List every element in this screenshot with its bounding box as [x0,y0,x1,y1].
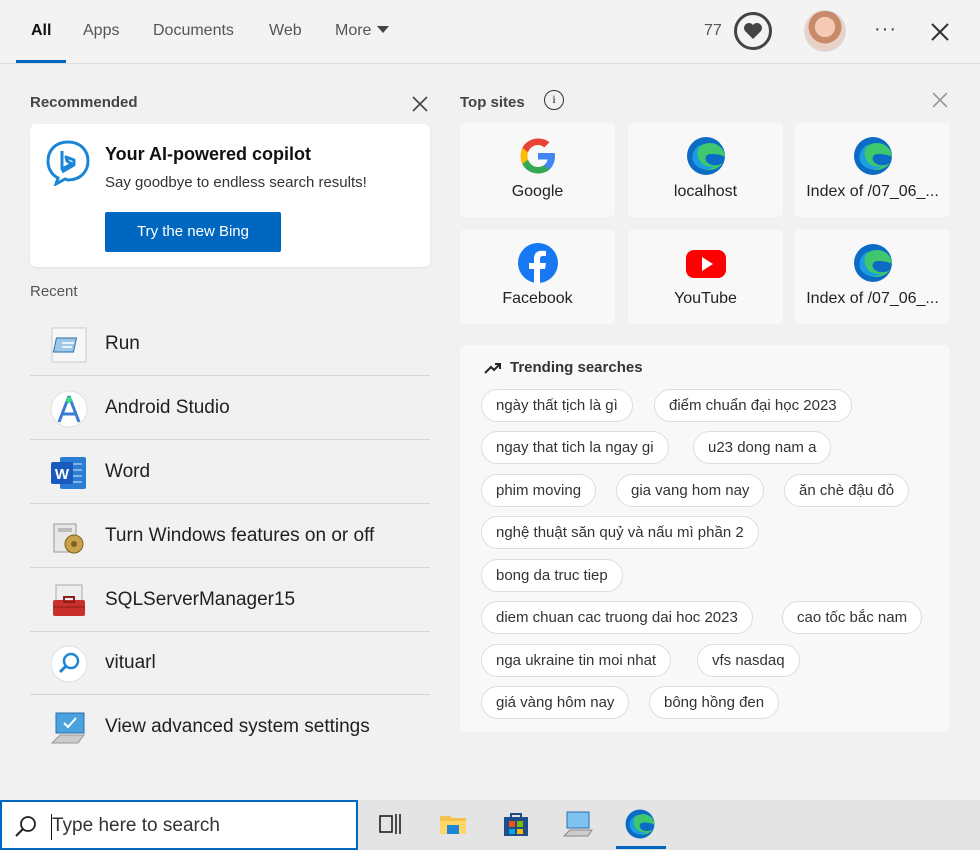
store-icon[interactable] [500,808,532,840]
top-site-label: Index of /07_06_... [806,183,939,200]
close-icon[interactable] [928,20,952,44]
dismiss-top-sites-icon[interactable] [930,90,950,110]
trending-chip[interactable]: u23 dong nam a [693,431,832,464]
recent-item-sql-server-manager[interactable]: SQLServerManager15 [30,569,430,632]
trending-chip[interactable]: bong da truc tiep [481,559,623,592]
info-icon[interactable]: i [544,90,564,110]
top-site-label: Facebook [502,290,573,307]
android-studio-icon [50,390,88,428]
trending-chip[interactable]: nghệ thuật săn quỷ và nấu mì phần 2 [481,516,759,549]
tab-all[interactable]: All [31,0,51,64]
system-settings-icon [50,712,85,744]
avatar[interactable] [804,10,846,52]
task-view-icon[interactable] [374,808,406,840]
file-explorer-icon[interactable] [437,808,469,840]
recent-item-label: Android Studio [105,397,230,418]
edge-icon [854,137,892,175]
top-site-youtube[interactable]: YouTube [628,230,783,324]
top-site-index-2[interactable]: Index of /07_06_... [795,230,950,324]
top-site-label: YouTube [674,290,737,307]
active-tab-indicator [16,60,66,63]
card-subtitle: Say goodbye to endless search results! [105,174,367,191]
recent-item-windows-features[interactable]: Turn Windows features on or off [30,505,430,568]
chevron-down-icon [377,26,390,33]
tab-documents[interactable]: Documents [153,0,234,64]
top-site-label: Index of /07_06_... [806,290,939,307]
try-bing-button[interactable]: Try the new Bing [105,212,281,252]
trending-chip[interactable]: cao tốc bắc nam [782,601,923,634]
dismiss-recommended-icon[interactable] [410,94,430,114]
google-icon [520,138,555,174]
trending-icon [484,363,501,374]
trending-chip[interactable]: giá vàng hôm nay [481,686,630,719]
trending-chip[interactable]: ngay that tich la ngay gi [481,431,669,464]
edge-icon [687,137,725,175]
bing-chat-icon [46,140,90,186]
taskbar-search-box[interactable]: Type here to search [0,800,358,850]
trending-chip[interactable]: phim moving [481,474,597,507]
top-site-localhost[interactable]: localhost [628,123,783,217]
edge-icon [854,244,892,282]
top-site-label: Google [511,183,564,200]
top-site-index-1[interactable]: Index of /07_06_... [795,123,950,217]
top-site-facebook[interactable]: Facebook [460,230,615,324]
svg-text:W: W [55,466,70,483]
recent-item-label: Turn Windows features on or off [105,525,375,546]
tab-more[interactable]: More [335,0,390,64]
facebook-icon [518,243,558,283]
copilot-card: Your AI-powered copilot Say goodbye to e… [30,124,430,267]
windows-features-icon [53,523,84,554]
top-bar: All Apps Documents Web More 77 ··· [0,0,980,64]
recent-item-run[interactable]: Run [30,313,430,376]
trending-chip[interactable]: ngày thất tịch là gì [481,389,633,422]
ellipsis-icon[interactable]: ··· [874,18,897,41]
recent-item-android-studio[interactable]: Android Studio [30,377,430,440]
recent-item-label: Run [105,333,140,354]
recent-heading: Recent [30,283,78,300]
sql-server-icon [53,584,85,616]
trending-chip[interactable]: điểm chuẩn đại học 2023 [654,389,852,422]
card-title: Your AI-powered copilot [105,144,311,164]
run-icon [51,327,87,363]
trending-chip[interactable]: ăn chè đậu đỏ [784,474,910,507]
recommended-heading: Recommended [30,94,138,111]
recent-item-system-settings[interactable]: View advanced system settings [30,696,430,759]
trending-chip[interactable]: diem chuan cac truong dai hoc 2023 [481,601,753,634]
search-icon [15,816,36,837]
search-panel: All Apps Documents Web More 77 ··· Recom… [0,0,980,800]
rewards-points[interactable]: 77 [704,22,722,40]
trending-searches-panel: Trending searches ngày thất tịch là gì đ… [460,345,950,732]
youtube-icon [686,250,726,278]
recent-item-label: SQLServerManager15 [105,589,296,610]
taskbar-active-indicator [616,846,666,849]
recent-item-label: View advanced system settings [105,716,370,737]
recent-item-label: vituarl [105,652,156,673]
search-result-icon [50,645,88,683]
rewards-heart-icon[interactable] [734,12,772,50]
top-site-google[interactable]: Google [460,123,615,217]
search-input[interactable]: Type here to search [52,815,220,837]
trending-heading: Trending searches [510,359,643,376]
recent-item-label: Word [105,461,151,482]
recent-item-word[interactable]: W Word [30,441,430,504]
top-site-label: localhost [673,183,738,200]
trending-chip[interactable]: bông hồng đen [649,686,780,719]
trending-chip[interactable]: gia vang hom nay [616,474,765,507]
tab-more-label: More [335,22,372,39]
top-sites-heading: Top sites [460,94,525,111]
trending-chip[interactable]: vfs nasdaq [697,644,800,677]
edge-icon[interactable] [624,808,656,840]
this-pc-icon[interactable] [562,808,594,840]
tab-apps[interactable]: Apps [83,0,119,64]
word-icon: W [51,457,86,489]
tab-web[interactable]: Web [269,0,302,64]
recent-item-vituarl[interactable]: vituarl [30,632,430,695]
trending-chip[interactable]: nga ukraine tin moi nhat [481,644,672,677]
